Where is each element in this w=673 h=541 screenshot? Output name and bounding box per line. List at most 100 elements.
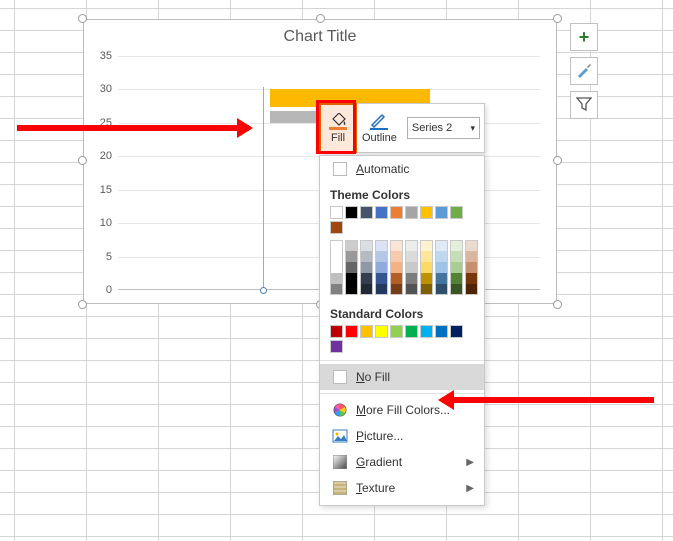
color-swatch[interactable]: [390, 284, 403, 295]
color-swatch[interactable]: [450, 206, 463, 219]
color-swatch[interactable]: [345, 251, 358, 262]
color-swatch[interactable]: [360, 251, 373, 262]
picture-icon: [330, 429, 350, 443]
resize-handle[interactable]: [78, 300, 87, 309]
color-swatch[interactable]: [390, 240, 403, 251]
menu-gradient[interactable]: Gradient ▶: [320, 449, 484, 475]
color-swatch[interactable]: [465, 251, 478, 262]
color-swatch[interactable]: [420, 251, 433, 262]
annotation-box: [316, 100, 356, 154]
color-swatch[interactable]: [435, 284, 448, 295]
resize-handle[interactable]: [78, 156, 87, 165]
fill-dropdown-menu: Automatic Theme Colors Standard Colors N…: [319, 155, 485, 506]
color-swatch[interactable]: [390, 262, 403, 273]
color-swatch[interactable]: [390, 273, 403, 284]
chart-title[interactable]: Chart Title: [84, 28, 556, 46]
color-swatch[interactable]: [420, 206, 433, 219]
color-swatch[interactable]: [360, 262, 373, 273]
color-swatch[interactable]: [345, 262, 358, 273]
color-swatch[interactable]: [450, 240, 463, 251]
color-swatch[interactable]: [330, 240, 343, 251]
color-swatch[interactable]: [390, 325, 403, 338]
menu-texture[interactable]: Texture ▶: [320, 475, 484, 501]
outline-dropdown-button[interactable]: Outline: [356, 104, 403, 152]
color-swatch[interactable]: [450, 262, 463, 273]
color-swatch[interactable]: [330, 206, 343, 219]
color-swatch[interactable]: [345, 240, 358, 251]
color-swatch[interactable]: [345, 284, 358, 295]
color-swatch[interactable]: [375, 262, 388, 273]
menu-no-fill[interactable]: No Fill: [320, 364, 484, 390]
color-swatch[interactable]: [435, 251, 448, 262]
color-swatch[interactable]: [450, 325, 463, 338]
color-swatch[interactable]: [435, 240, 448, 251]
color-swatch[interactable]: [360, 240, 373, 251]
color-swatch[interactable]: [435, 262, 448, 273]
color-swatch[interactable]: [435, 325, 448, 338]
menu-picture[interactable]: Picture...: [320, 423, 484, 449]
color-swatch[interactable]: [420, 262, 433, 273]
color-swatch[interactable]: [330, 325, 343, 338]
color-swatch[interactable]: [450, 251, 463, 262]
color-swatch[interactable]: [330, 221, 343, 234]
color-swatch[interactable]: [375, 251, 388, 262]
color-swatch[interactable]: [450, 284, 463, 295]
color-swatch[interactable]: [420, 284, 433, 295]
color-swatch[interactable]: [345, 325, 358, 338]
menu-texture-label: exture: [362, 481, 395, 495]
color-swatch[interactable]: [375, 325, 388, 338]
color-swatch[interactable]: [405, 262, 418, 273]
menu-no-fill-label: o Fill: [365, 370, 390, 384]
color-swatch[interactable]: [330, 273, 343, 284]
automatic-swatch-icon: [333, 162, 347, 176]
plus-icon: +: [579, 27, 590, 48]
color-swatch[interactable]: [435, 206, 448, 219]
color-swatch[interactable]: [390, 251, 403, 262]
color-swatch[interactable]: [360, 325, 373, 338]
color-swatch[interactable]: [405, 206, 418, 219]
color-swatch[interactable]: [420, 325, 433, 338]
color-swatch[interactable]: [375, 284, 388, 295]
color-swatch[interactable]: [405, 273, 418, 284]
resize-handle[interactable]: [553, 14, 562, 23]
series-selector-value: Series 2: [412, 122, 452, 134]
resize-handle[interactable]: [78, 14, 87, 23]
color-swatch[interactable]: [450, 273, 463, 284]
resize-handle[interactable]: [316, 14, 325, 23]
color-swatch[interactable]: [360, 284, 373, 295]
chart-filters-button[interactable]: [570, 91, 598, 119]
color-swatch[interactable]: [420, 273, 433, 284]
color-swatch[interactable]: [360, 206, 373, 219]
color-swatch[interactable]: [375, 273, 388, 284]
color-swatch[interactable]: [405, 251, 418, 262]
color-swatch[interactable]: [465, 284, 478, 295]
color-swatch[interactable]: [405, 240, 418, 251]
color-swatch[interactable]: [330, 251, 343, 262]
menu-automatic[interactable]: Automatic: [320, 156, 484, 182]
color-swatch[interactable]: [345, 206, 358, 219]
category-marker: [260, 287, 267, 294]
color-swatch[interactable]: [360, 273, 373, 284]
color-swatch[interactable]: [405, 325, 418, 338]
chart-elements-button[interactable]: +: [570, 23, 598, 51]
color-swatch[interactable]: [330, 340, 343, 353]
ytick: 10: [90, 217, 112, 229]
series-selector[interactable]: Series 2 ▾: [403, 104, 484, 152]
color-swatch[interactable]: [345, 273, 358, 284]
color-swatch[interactable]: [330, 262, 343, 273]
color-swatch[interactable]: [375, 240, 388, 251]
color-swatch[interactable]: [465, 273, 478, 284]
color-swatch[interactable]: [390, 206, 403, 219]
chart-styles-button[interactable]: [570, 57, 598, 85]
resize-handle[interactable]: [553, 300, 562, 309]
standard-colors-heading: Standard Colors: [320, 301, 484, 323]
color-swatch[interactable]: [435, 273, 448, 284]
color-swatch[interactable]: [405, 284, 418, 295]
resize-handle[interactable]: [553, 156, 562, 165]
color-swatch[interactable]: [375, 206, 388, 219]
category-drop-line: [263, 87, 264, 290]
color-swatch[interactable]: [330, 284, 343, 295]
color-swatch[interactable]: [465, 262, 478, 273]
color-swatch[interactable]: [420, 240, 433, 251]
color-swatch[interactable]: [465, 240, 478, 251]
